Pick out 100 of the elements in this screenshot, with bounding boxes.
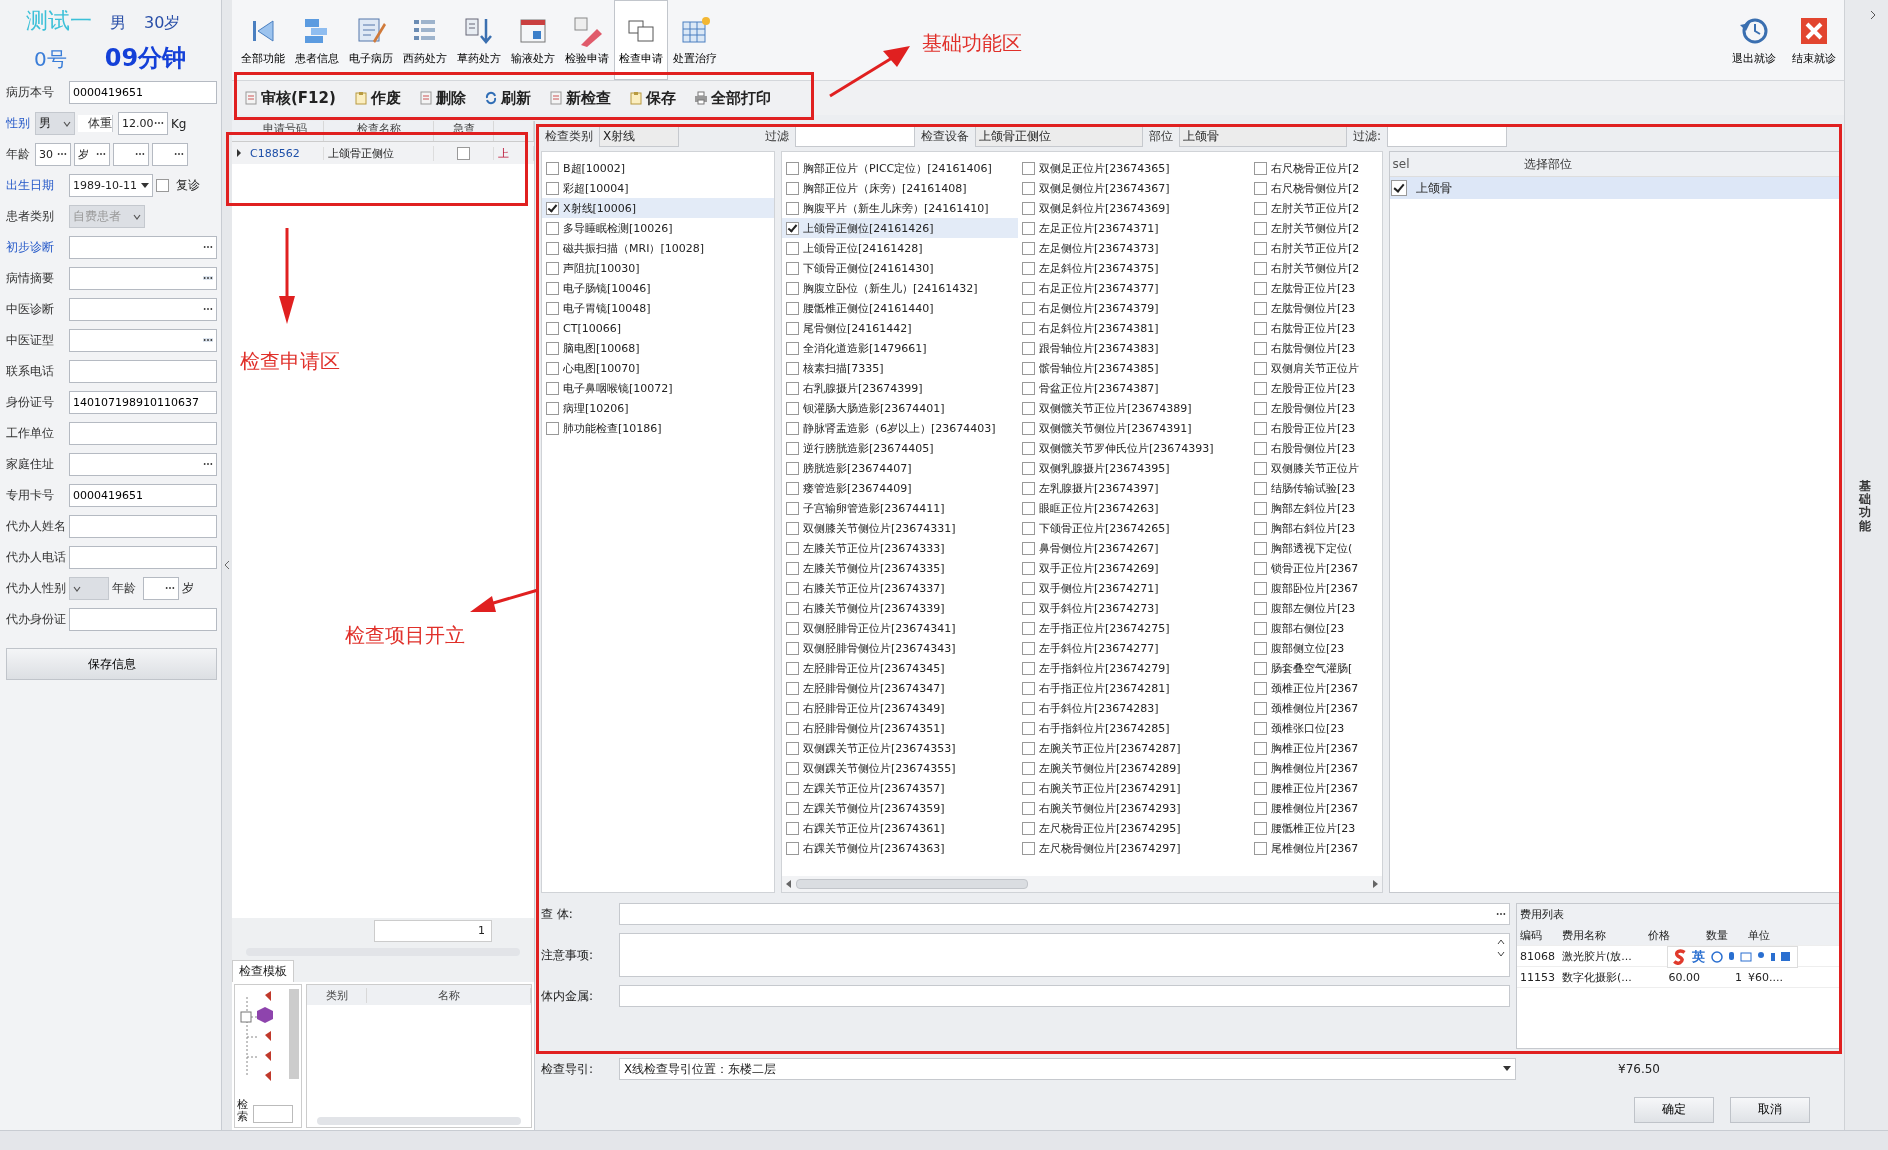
horizontal-scrollbar[interactable]: [796, 879, 1028, 889]
checkbox[interactable]: [1022, 841, 1035, 855]
toolbar-button[interactable]: 输液处方: [506, 0, 560, 80]
exam-item-option[interactable]: 双侧膝关节正位片: [1250, 458, 1376, 478]
chevron-down-icon[interactable]: [63, 120, 71, 127]
category-option[interactable]: 磁共振扫描（MRI）[10028]: [542, 238, 774, 258]
checkbox[interactable]: [786, 381, 799, 395]
checkbox[interactable]: [1022, 281, 1035, 295]
exit-button[interactable]: 结束就诊: [1784, 0, 1844, 80]
checkbox[interactable]: [786, 681, 799, 695]
checkbox[interactable]: [546, 241, 559, 255]
exam-item-option[interactable]: 锁骨正位片[2367: [1250, 558, 1376, 578]
exam-item-option[interactable]: 胸部正位片（PICC定位）[24161406]: [782, 158, 1018, 178]
checkbox[interactable]: [1254, 261, 1267, 275]
exam-item-option[interactable]: 尾椎侧位片[2367: [1250, 838, 1376, 858]
checkbox[interactable]: [1254, 841, 1267, 855]
checkbox[interactable]: [1022, 461, 1035, 475]
category-field[interactable]: X射线: [599, 125, 679, 147]
checkbox[interactable]: [1254, 381, 1267, 395]
exit-button[interactable]: 退出就诊: [1724, 0, 1784, 80]
exam-item-option[interactable]: 左腕关节正位片[23674287]: [1018, 738, 1250, 758]
checkbox[interactable]: [1254, 701, 1267, 715]
ellipsis-icon[interactable]: [203, 307, 213, 311]
date-field[interactable]: 1989-10-11: [69, 174, 153, 197]
exam-item-option[interactable]: 左乳腺摄片[23674397]: [1018, 478, 1250, 498]
weight-field[interactable]: 12.00: [118, 112, 168, 135]
checkbox[interactable]: [786, 241, 799, 255]
age-field[interactable]: [152, 143, 188, 166]
checkbox[interactable]: [1254, 461, 1267, 475]
exam-item-option[interactable]: 双侧膝关节侧位片[23674331]: [782, 518, 1018, 538]
category-option[interactable]: 心电图[10070]: [542, 358, 774, 378]
checkbox[interactable]: [1254, 221, 1267, 235]
toolbar-button[interactable]: 处置治疗: [668, 0, 722, 80]
age-field[interactable]: [113, 143, 149, 166]
checkbox[interactable]: [786, 721, 799, 735]
checkbox[interactable]: [1022, 701, 1035, 715]
checkbox[interactable]: [1022, 541, 1035, 555]
checkbox[interactable]: [786, 621, 799, 635]
exam-item-option[interactable]: 腹部卧位片[2367: [1250, 578, 1376, 598]
agent-age-field[interactable]: [143, 577, 179, 600]
exam-item-option[interactable]: 双侧乳腺摄片[23674395]: [1018, 458, 1250, 478]
action-button[interactable]: 作废: [351, 86, 403, 110]
text-field[interactable]: [69, 515, 217, 538]
checkbox[interactable]: [546, 261, 559, 275]
checkbox[interactable]: [1022, 481, 1035, 495]
ellipsis-icon[interactable]: [135, 152, 145, 156]
checkbox[interactable]: [1254, 641, 1267, 655]
exam-item-option[interactable]: 左手指正位片[23674275]: [1018, 618, 1250, 638]
checkbox[interactable]: [786, 821, 799, 835]
checkbox[interactable]: [1254, 681, 1267, 695]
exam-item-option[interactable]: 眼眶正位片[23674263]: [1018, 498, 1250, 518]
scroll-right-icon[interactable]: [1372, 880, 1378, 888]
checkbox[interactable]: [1254, 201, 1267, 215]
checkbox[interactable]: [1254, 161, 1267, 175]
exam-item-option[interactable]: 左肱骨侧位片[23: [1250, 298, 1376, 318]
exam-item-option[interactable]: 双侧髋关节罗伸氏位片[23674393]: [1018, 438, 1250, 458]
side-tab[interactable]: 基础功能: [1859, 480, 1871, 533]
exam-item-option[interactable]: 结肠传输试验[23: [1250, 478, 1376, 498]
exam-item-option[interactable]: 双侧髋关节侧位片[23674391]: [1018, 418, 1250, 438]
checkbox[interactable]: [546, 161, 559, 175]
checkbox[interactable]: [1022, 441, 1035, 455]
exam-item-option[interactable]: 右踝关节侧位片[23674363]: [782, 838, 1018, 858]
checkbox[interactable]: [1022, 381, 1035, 395]
checkbox[interactable]: [546, 181, 559, 195]
checkbox[interactable]: [1022, 761, 1035, 775]
category-option[interactable]: 病理[10206]: [542, 398, 774, 418]
exam-item-option[interactable]: 上颌骨正位[24161428]: [782, 238, 1018, 258]
exam-item-option[interactable]: 下颌骨正位片[23674265]: [1018, 518, 1250, 538]
scroll-left-icon[interactable]: [786, 880, 792, 888]
checkbox[interactable]: [1254, 661, 1267, 675]
exam-item-option[interactable]: 右肱骨正位片[23: [1250, 318, 1376, 338]
exam-item-option[interactable]: 膀胱造影[23674407]: [782, 458, 1018, 478]
exam-item-option[interactable]: 瘘管造影[23674409]: [782, 478, 1018, 498]
checkbox[interactable]: [786, 561, 799, 575]
checkbox[interactable]: [786, 321, 799, 335]
checkbox[interactable]: [786, 661, 799, 675]
age-field[interactable]: 30: [35, 143, 71, 166]
checkbox[interactable]: [1254, 301, 1267, 315]
toolbar-button[interactable]: 草药处方: [452, 0, 506, 80]
toolbar-button[interactable]: 电子病历: [344, 0, 398, 80]
checkbox[interactable]: [1254, 741, 1267, 755]
checkbox[interactable]: [1022, 501, 1035, 515]
checkbox[interactable]: [786, 261, 799, 275]
checkbox[interactable]: [1254, 441, 1267, 455]
checkbox[interactable]: [1022, 241, 1035, 255]
exam-item-option[interactable]: 左手指斜位片[23674279]: [1018, 658, 1250, 678]
part-field[interactable]: 上颌骨: [1179, 125, 1347, 147]
category-option[interactable]: 肺功能检查[10186]: [542, 418, 774, 438]
checkbox[interactable]: [1254, 341, 1267, 355]
chevron-right-icon[interactable]: [1870, 10, 1876, 20]
exam-item-option[interactable]: 左手斜位片[23674277]: [1018, 638, 1250, 658]
sex-dropdown[interactable]: 男: [35, 112, 75, 135]
checkbox[interactable]: [1254, 621, 1267, 635]
exam-item-option[interactable]: 胸部左斜位片[23: [1250, 498, 1376, 518]
action-button[interactable]: 新检查: [546, 86, 613, 110]
dropdown-arrow-icon[interactable]: [1503, 1066, 1511, 1072]
checkbox[interactable]: [1254, 321, 1267, 335]
text-field[interactable]: 140107198910110637: [69, 391, 217, 414]
checkbox[interactable]: [1254, 181, 1267, 195]
lookup-field[interactable]: [69, 298, 217, 321]
